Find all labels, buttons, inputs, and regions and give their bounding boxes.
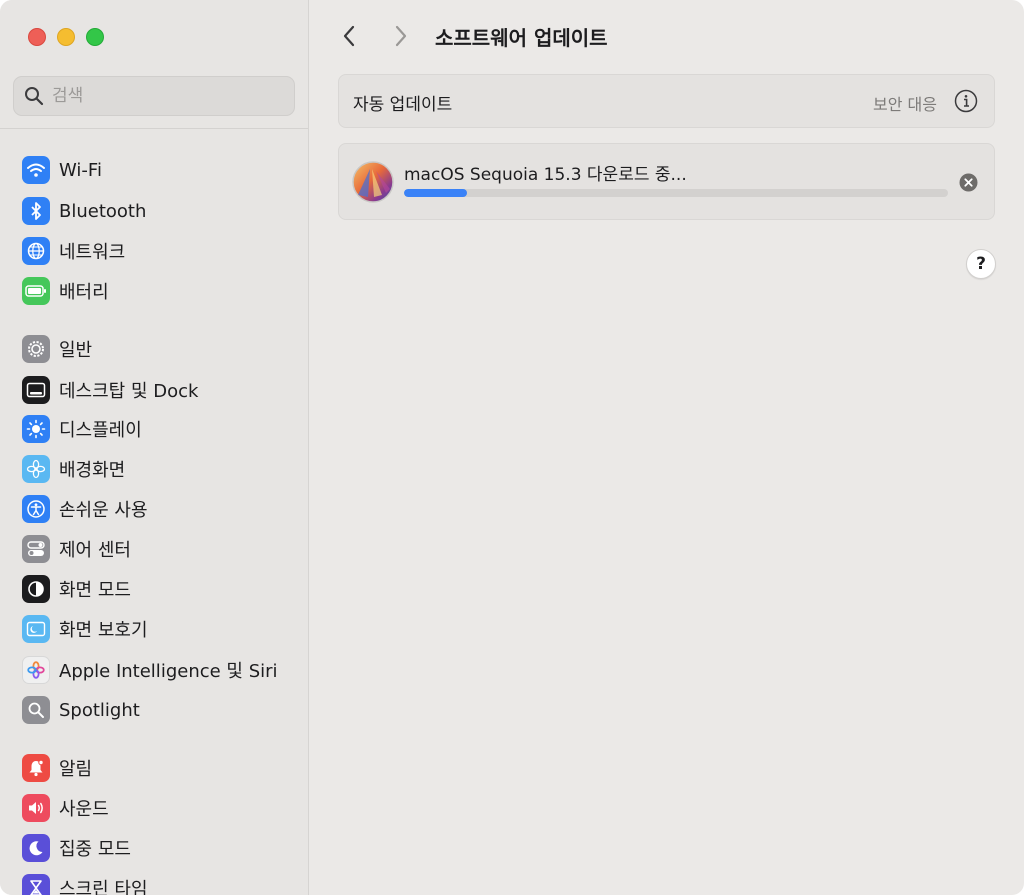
- macos-sequoia-icon: [352, 161, 394, 203]
- sidebar-item-label: 집중 모드: [59, 839, 131, 860]
- main-pane: 소프트웨어 업데이트 자동 업데이트 보안 대응 macOS Sequoia 1…: [309, 0, 1024, 895]
- sidebar-item-label: 손쉬운 사용: [59, 500, 148, 521]
- sidebar-item-accessibility[interactable]: 손쉬운 사용: [22, 492, 292, 526]
- help-button[interactable]: ?: [966, 249, 996, 279]
- sidebar-item-label: 데스크탑 및 Dock: [59, 381, 199, 402]
- sidebar-item-battery[interactable]: 배터리: [22, 274, 292, 308]
- page-title: 소프트웨어 업데이트: [435, 26, 608, 50]
- magnifier-icon: [22, 696, 50, 724]
- flower-icon: [22, 455, 50, 483]
- sidebar-item-label: Spotlight: [59, 699, 140, 721]
- close-button[interactable]: [28, 28, 46, 46]
- globe-icon: [22, 237, 50, 265]
- screensaver-icon: [22, 615, 50, 643]
- minimize-button[interactable]: [57, 28, 75, 46]
- settings-window: Wi-Fi Bluetooth: [0, 0, 1024, 895]
- auto-update-value: 보안 대응: [873, 95, 937, 114]
- wifi-icon: [22, 156, 50, 184]
- auto-update-label: 자동 업데이트: [353, 95, 453, 115]
- moon-icon: [22, 834, 50, 862]
- chevron-right-icon: [395, 25, 407, 47]
- sidebar-item-label: 알림: [59, 759, 93, 780]
- sidebar-item-displays[interactable]: 디스플레이: [22, 412, 292, 446]
- speaker-icon: [22, 794, 50, 822]
- sidebar-item-apple-intelligence-siri[interactable]: Apple Intelligence 및 Siri: [22, 653, 292, 687]
- bell-icon: [22, 754, 50, 782]
- sidebar-item-appearance[interactable]: 화면 모드: [22, 572, 292, 606]
- chevron-left-icon: [343, 25, 355, 47]
- cancel-download-button[interactable]: [959, 173, 978, 192]
- sidebar-item-label: 네트워크: [59, 242, 126, 263]
- sidebar-item-label: 제어 센터: [59, 540, 131, 561]
- accessibility-icon: [22, 495, 50, 523]
- sidebar-item-label: 사운드: [59, 799, 109, 820]
- info-icon: [954, 89, 978, 113]
- sidebar-item-label: 디스플레이: [59, 420, 142, 441]
- apple-intelligence-icon: [22, 656, 50, 684]
- sidebar-item-general[interactable]: 일반: [22, 332, 292, 366]
- sidebar-item-sound[interactable]: 사운드: [22, 791, 292, 825]
- sidebar-item-screen-saver[interactable]: 화면 보호기: [22, 612, 292, 646]
- back-button[interactable]: [337, 24, 361, 48]
- forward-button[interactable]: [389, 24, 413, 48]
- sidebar-item-control-center[interactable]: 제어 센터: [22, 532, 292, 566]
- sidebar-item-label: 화면 모드: [59, 580, 131, 601]
- download-title: macOS Sequoia 15.3 다운로드 중...: [404, 165, 687, 185]
- zoom-button[interactable]: [86, 28, 104, 46]
- bluetooth-icon: [22, 197, 50, 225]
- download-progress-fill: [404, 189, 467, 197]
- auto-update-row: 자동 업데이트 보안 대응: [338, 74, 995, 128]
- sidebar-item-wallpaper[interactable]: 배경화면: [22, 452, 292, 486]
- search-field[interactable]: [13, 76, 295, 116]
- sidebar-item-focus[interactable]: 집중 모드: [22, 831, 292, 865]
- info-button[interactable]: [954, 89, 978, 113]
- sidebar-item-wifi[interactable]: Wi-Fi: [22, 153, 292, 187]
- sidebar-item-network[interactable]: 네트워크: [22, 234, 292, 268]
- sidebar-item-label: Bluetooth: [59, 200, 147, 222]
- toggles-icon: [22, 535, 50, 563]
- sidebar-item-screen-time[interactable]: 스크린 타임: [22, 871, 292, 895]
- sidebar-divider: [0, 128, 308, 129]
- sidebar-item-label: 스크린 타임: [59, 879, 148, 895]
- appearance-icon: [22, 575, 50, 603]
- close-circle-icon: [959, 173, 978, 192]
- sidebar-item-desktop-dock[interactable]: 데스크탑 및 Dock: [22, 373, 292, 407]
- download-progress-bar: [404, 189, 948, 197]
- sidebar-item-bluetooth[interactable]: Bluetooth: [22, 194, 292, 228]
- search-icon: [25, 87, 44, 106]
- battery-icon: [22, 277, 50, 305]
- gear-icon: [22, 335, 50, 363]
- sidebar-item-spotlight[interactable]: Spotlight: [22, 693, 292, 727]
- search-input[interactable]: [52, 86, 272, 106]
- sidebar-item-label: 일반: [59, 340, 93, 361]
- sidebar: Wi-Fi Bluetooth: [0, 0, 309, 895]
- sidebar-item-label: 배터리: [59, 282, 109, 303]
- sidebar-item-notifications[interactable]: 알림: [22, 751, 292, 785]
- hourglass-icon: [22, 874, 50, 895]
- sidebar-item-label: Apple Intelligence 및 Siri: [59, 661, 278, 682]
- sidebar-item-label: Wi-Fi: [59, 159, 102, 181]
- sidebar-item-label: 화면 보호기: [59, 620, 148, 641]
- brightness-icon: [22, 415, 50, 443]
- download-progress-card: macOS Sequoia 15.3 다운로드 중...: [338, 143, 995, 220]
- sidebar-item-label: 배경화면: [59, 460, 126, 481]
- dock-icon: [22, 376, 50, 404]
- window-controls: [28, 28, 104, 46]
